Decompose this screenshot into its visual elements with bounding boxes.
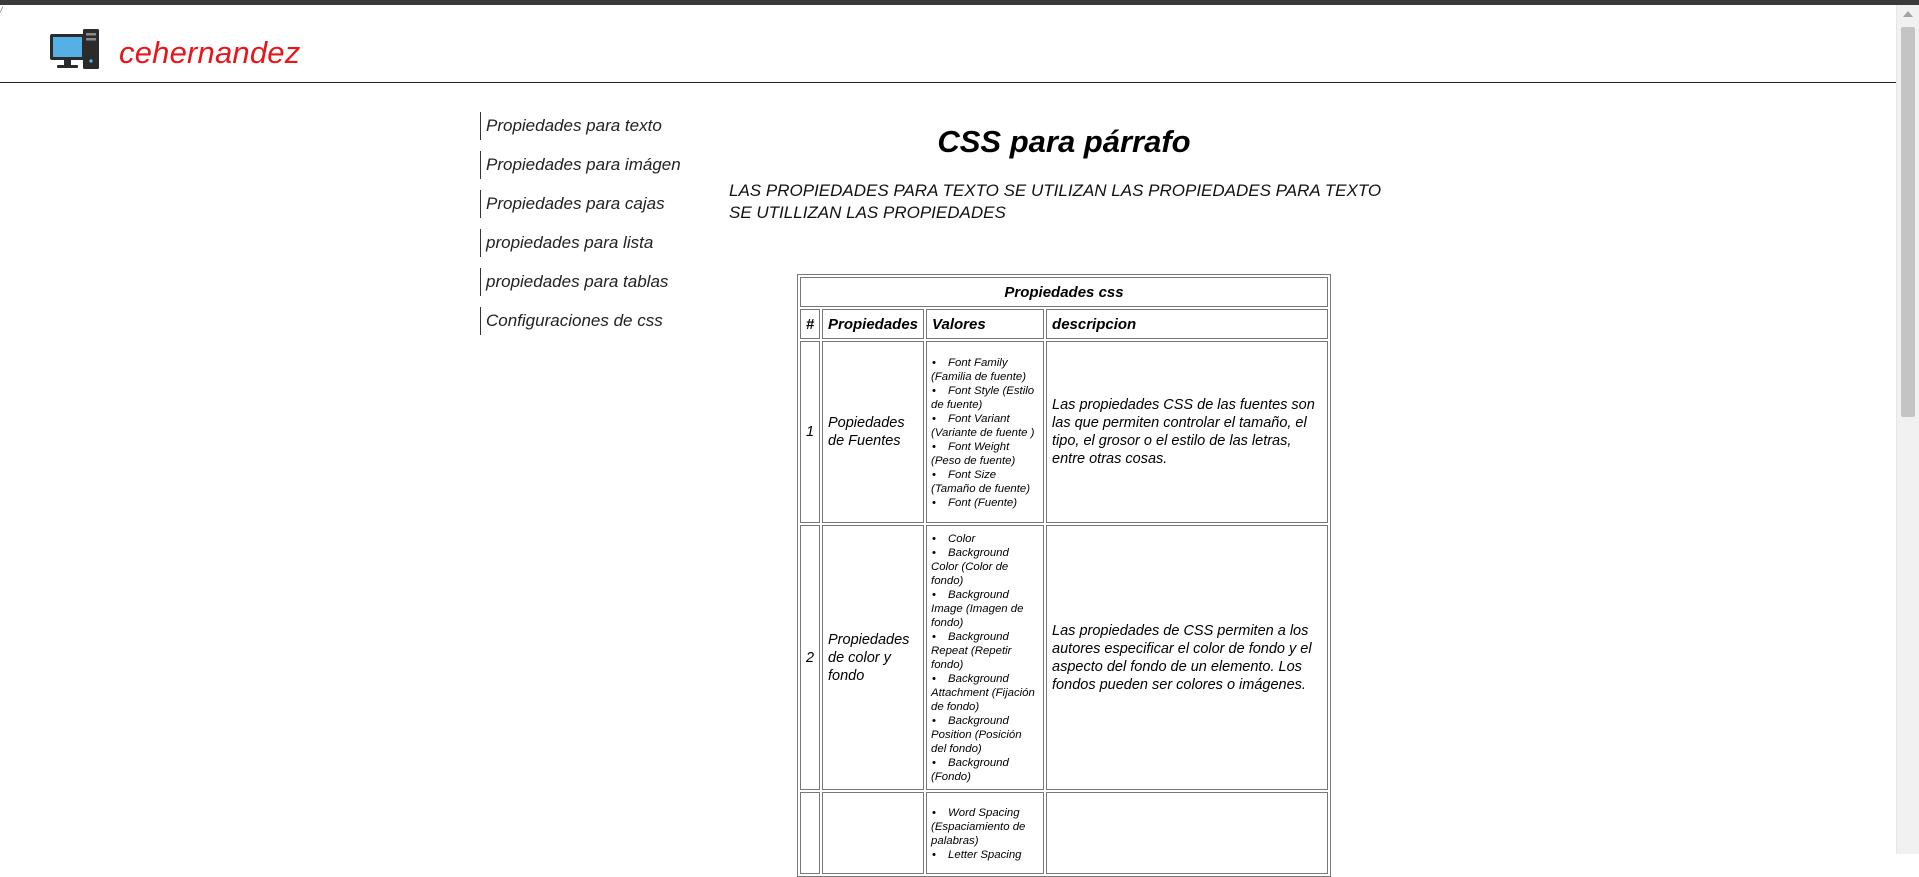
table-header-row: # Propiedades Valores descripcion [800, 309, 1328, 339]
value-item: Background Position (Posición del fondo) [931, 714, 1039, 756]
column-header-description: descripcion [1046, 309, 1328, 339]
row-description: Las propiedades CSS de las fuentes son l… [1046, 341, 1328, 523]
column-header-values: Valores [926, 309, 1045, 339]
row-number: 1 [800, 341, 820, 523]
value-item: Background Repeat (Repetir fondo) [931, 630, 1039, 672]
vertical-scrollbar[interactable] [1896, 5, 1919, 854]
scroll-up-arrow-icon[interactable] [1903, 11, 1913, 17]
value-item: Color [931, 532, 1039, 546]
nav-link-box-properties[interactable]: Propiedades para cajas [480, 190, 700, 218]
site-brand-link[interactable]: cehernandez [119, 33, 300, 73]
row-values: Font Family (Familia de fuente) Font Sty… [926, 341, 1045, 523]
site-header: cehernandez [0, 5, 1897, 83]
value-item: Background Color (Color de fondo) [931, 546, 1039, 588]
nav-link-table-properties[interactable]: propiedades para tablas [480, 268, 700, 296]
sidebar-nav: Propiedades para texto Propiedades para … [480, 112, 700, 346]
value-item: Font Size (Tamaño de fuente) [931, 468, 1039, 496]
scrollbar-thumb[interactable] [1901, 27, 1915, 417]
table-row: Word Spacing (Espaciamiento de palabras)… [800, 792, 1328, 874]
row-property [822, 792, 925, 874]
row-number: 2 [800, 525, 820, 790]
value-item: Font (Fuente) [931, 496, 1039, 510]
desktop-computer-icon[interactable] [49, 27, 101, 71]
value-item: Font Weight (Peso de fuente) [931, 440, 1039, 468]
value-item: Letter Spacing [931, 848, 1039, 862]
row-description: Las propiedades de CSS permiten a los au… [1046, 525, 1328, 790]
row-property: Popiedades de Fuentes [822, 341, 925, 523]
value-item: Background Attachment (Fijación de fondo… [931, 672, 1039, 714]
column-header-number: # [800, 309, 820, 339]
intro-paragraph: LAS PROPIEDADES PARA TEXTO SE UTILIZAN L… [729, 181, 1382, 222]
value-item: Word Spacing (Espaciamiento de palabras) [931, 806, 1039, 848]
table-row: 1 Popiedades de Fuentes Font Family (Fam… [800, 341, 1328, 523]
column-header-properties: Propiedades [822, 309, 925, 339]
row-description [1046, 792, 1328, 874]
page-title: CSS para párrafo [937, 124, 1191, 159]
row-property: Propiedades de color y fondo [822, 525, 925, 790]
value-item: Font Variant (Variante de fuente ) [931, 412, 1039, 440]
value-item: Font Style (Estilo de fuente) [931, 384, 1039, 412]
row-values: Word Spacing (Espaciamiento de palabras)… [926, 792, 1045, 874]
value-item: Background (Fondo) [931, 756, 1039, 784]
nav-link-image-properties[interactable]: Propiedades para imágen [480, 151, 700, 179]
value-item: Background Image (Imagen de fondo) [931, 588, 1039, 630]
value-item: Font Family (Familia de fuente) [931, 356, 1039, 384]
css-properties-table: Propiedades css # Propiedades Valores de… [797, 274, 1331, 877]
table-row: 2 Propiedades de color y fondo Color Bac… [800, 525, 1328, 790]
nav-link-text-properties[interactable]: Propiedades para texto [480, 112, 700, 140]
row-number [800, 792, 820, 874]
nav-link-list-properties[interactable]: propiedades para lista [480, 229, 700, 257]
nav-link-css-settings[interactable]: Configuraciones de css [480, 307, 700, 335]
table-caption: Propiedades css [800, 277, 1328, 307]
row-values: Color Background Color (Color de fondo) … [926, 525, 1045, 790]
